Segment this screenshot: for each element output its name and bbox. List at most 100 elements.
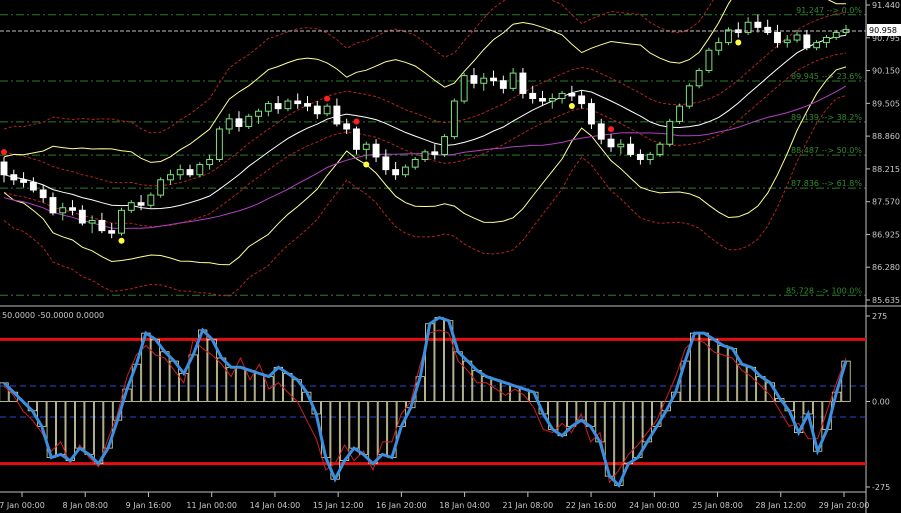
candle-body: [450, 100, 458, 138]
fractal-down-marker: [568, 103, 575, 110]
candle-body: [39, 189, 47, 199]
oscillator-header: 50.0000 -50.0000 0.0000: [2, 311, 104, 320]
time-tick-label: 28 Jan 12:00: [755, 501, 806, 510]
fractal-up-marker: [353, 118, 360, 125]
candle-body: [764, 26, 772, 33]
chart-background: [0, 0, 901, 513]
candle-body: [353, 128, 360, 150]
candle-body: [20, 179, 28, 183]
candle-body: [588, 103, 595, 125]
candle-body: [313, 105, 321, 115]
candle-body: [343, 123, 351, 130]
candle-body: [509, 72, 517, 89]
time-tick-label: 24 Jan 00:00: [629, 501, 680, 510]
candle-body: [822, 37, 830, 44]
candle-body: [470, 75, 478, 84]
candle-body: [597, 123, 605, 140]
candle-body: [108, 230, 116, 234]
candle-body: [274, 103, 282, 110]
candle-body: [578, 95, 586, 105]
price-tick-label: 86.925: [872, 230, 900, 239]
candle-body: [656, 143, 664, 155]
candle-body: [460, 75, 468, 102]
fib-label: 87.836 --> 61.8%: [791, 179, 862, 188]
trading-chart[interactable]: 91.247 --> 0.0%89.945 --> 23.6%89.139 --…: [0, 0, 901, 513]
fib-label: 85.728 --> 100.0%: [786, 286, 862, 295]
candle-body: [49, 197, 57, 214]
price-tick-label: 90.150: [872, 67, 900, 76]
candle-body: [29, 181, 37, 191]
fractal-up-marker: [1, 148, 7, 155]
candle-body: [98, 219, 106, 232]
candle-body: [88, 219, 96, 224]
candle-body: [490, 77, 497, 82]
candle-body: [206, 158, 214, 166]
price-tick-label: 89.505: [872, 99, 900, 108]
candle-body: [558, 92, 566, 100]
candle-body: [421, 151, 429, 160]
candle-body: [803, 34, 811, 49]
candle-body: [78, 209, 86, 224]
candle-body: [441, 136, 449, 155]
candle-body: [519, 72, 527, 94]
candle-body: [715, 42, 723, 51]
candle-body: [832, 31, 840, 39]
fractal-down-marker: [735, 39, 742, 46]
candle-body: [529, 92, 537, 100]
fib-label: 91.247 --> 0.0%: [796, 6, 862, 15]
candle-body: [695, 70, 703, 87]
candle-body: [215, 128, 223, 160]
candle-body: [783, 39, 791, 44]
candle-body: [813, 42, 821, 49]
price-tick-label: 88.860: [872, 132, 900, 141]
candle-body: [401, 166, 409, 176]
candle-body: [255, 110, 262, 117]
candle-body: [568, 92, 576, 97]
fractal-down-marker: [363, 161, 370, 168]
candle-body: [499, 80, 507, 89]
price-tick-label: 88.215: [872, 165, 900, 174]
price-tick-label: 85.635: [872, 296, 900, 305]
price-tick-label: 86.280: [872, 263, 900, 272]
candle-body: [382, 156, 390, 171]
candle-body: [10, 174, 18, 181]
candle-body: [0, 161, 8, 176]
candle-body: [539, 98, 546, 102]
candle-body: [411, 158, 419, 168]
candle-body: [774, 31, 781, 44]
candle-body: [59, 207, 67, 214]
candle-body: [323, 105, 331, 115]
candle-body: [245, 115, 253, 127]
candle-body: [607, 138, 615, 148]
time-tick-label: 22 Jan 16:00: [566, 501, 617, 510]
candle-body: [137, 202, 145, 206]
candle-body: [646, 153, 654, 160]
price-tick-label: 91.440: [872, 1, 900, 10]
candle-body: [157, 179, 165, 196]
candle-body: [372, 143, 380, 158]
time-tick-label: 18 Jan 04:00: [439, 501, 490, 510]
candle-body: [754, 21, 762, 28]
candle-body: [333, 105, 341, 125]
time-tick-label: 8 Jan 08:00: [62, 501, 108, 510]
time-tick-label: 16 Jan 20:00: [376, 501, 427, 510]
candle-body: [147, 194, 155, 206]
time-tick-label: 29 Jan 20:00: [819, 501, 870, 510]
candle-body: [666, 120, 674, 145]
candle-body: [304, 103, 311, 107]
candle-body: [176, 169, 184, 176]
current-price-label: 90.958: [869, 26, 897, 35]
time-tick-label: 21 Jan 08:00: [503, 501, 554, 510]
fractal-up-marker: [608, 126, 615, 133]
candle-body: [431, 151, 439, 155]
price-tick-label: 87.570: [872, 198, 900, 207]
candle-body: [685, 85, 693, 107]
candle-body: [627, 143, 635, 155]
candle-body: [167, 174, 174, 181]
candle-body: [705, 49, 713, 72]
oscillator-panel[interactable]: 50.0000 -50.0000 0.0000 275 0.00 -275: [0, 311, 890, 492]
oscillator-tick-label: 0.00: [872, 398, 890, 407]
fractal-up-marker: [324, 95, 331, 102]
candle-body: [127, 202, 135, 211]
time-tick-label: 14 Jan 04:00: [250, 501, 301, 510]
